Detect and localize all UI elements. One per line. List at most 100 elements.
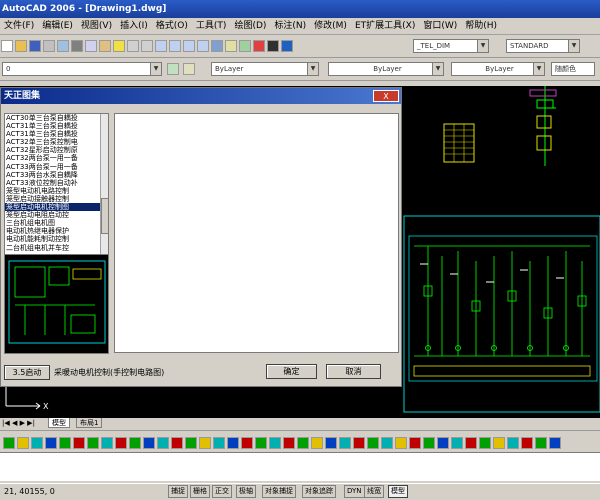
tool-icon[interactable] <box>143 437 155 449</box>
dyn-toggle[interactable]: DYN <box>344 485 365 498</box>
tool-icon[interactable] <box>423 437 435 449</box>
list-item[interactable]: ACT32星形启动控制原 <box>5 146 100 154</box>
menu-insert[interactable]: 插入(I) <box>116 18 152 34</box>
tool-icon[interactable] <box>465 437 477 449</box>
layer-select[interactable]: 0 ▼ <box>2 62 162 76</box>
list-item[interactable]: 笼型启动接触器控制 <box>5 195 100 203</box>
menu-express[interactable]: ET扩展工具(X) <box>351 18 419 34</box>
cut-icon[interactable] <box>71 40 83 52</box>
tool-icon[interactable] <box>3 437 15 449</box>
command-line[interactable] <box>0 452 600 481</box>
tool-icon[interactable] <box>507 437 519 449</box>
menu-format[interactable]: 格式(O) <box>152 18 192 34</box>
polar-toggle[interactable]: 极轴 <box>236 485 256 498</box>
tool-icon[interactable] <box>535 437 547 449</box>
list-item[interactable]: 二台机组电机并车控 <box>5 244 100 252</box>
new-icon[interactable] <box>1 40 13 52</box>
osnap-toggle[interactable]: 对象捕捉 <box>262 485 296 498</box>
tool-icon[interactable] <box>185 437 197 449</box>
otrack-toggle[interactable]: 对象追踪 <box>302 485 336 498</box>
match-icon[interactable] <box>113 40 125 52</box>
tool-icon[interactable] <box>493 437 505 449</box>
list-item[interactable]: ACT33液位控制自动补 <box>5 179 100 187</box>
tool-icon[interactable] <box>73 437 85 449</box>
tool-icon[interactable] <box>325 437 337 449</box>
menu-dimension[interactable]: 标注(N) <box>270 18 310 34</box>
redo-icon[interactable] <box>141 40 153 52</box>
lineweight-toggle[interactable]: 线宽 <box>364 485 384 498</box>
ortho-toggle[interactable]: 正交 <box>212 485 232 498</box>
copy-icon[interactable] <box>85 40 97 52</box>
layer-previous-icon[interactable] <box>183 63 195 75</box>
zoom-icon[interactable] <box>169 40 181 52</box>
tab-model[interactable]: 模型 <box>48 418 70 428</box>
tool-icon[interactable] <box>311 437 323 449</box>
model-toggle[interactable]: 模型 <box>388 485 408 498</box>
scrollbar-thumb[interactable] <box>101 198 108 234</box>
tool-icon[interactable] <box>409 437 421 449</box>
menu-view[interactable]: 视图(V) <box>77 18 116 34</box>
open-icon[interactable] <box>15 40 27 52</box>
rename-button[interactable]: 3.5启动 <box>4 365 50 380</box>
calculator-icon[interactable] <box>267 40 279 52</box>
list-item[interactable]: 电动机热继电器保护 <box>5 227 100 235</box>
tool-icon[interactable] <box>297 437 309 449</box>
list-item[interactable]: 笼型启动电机控制图 <box>5 203 100 212</box>
grid-toggle[interactable]: 栅格 <box>190 485 210 498</box>
tool-icon[interactable] <box>87 437 99 449</box>
tab-layout1[interactable]: 布局1 <box>76 418 103 428</box>
color-select[interactable]: ByLayer ▼ <box>211 62 319 76</box>
list-item[interactable]: ACT30单三台泵自耦投 <box>5 114 100 122</box>
tool-icon[interactable] <box>395 437 407 449</box>
dim-style-select[interactable]: STANDARD ▼ <box>506 39 580 53</box>
list-item[interactable]: ACT32两台泵一用一备 <box>5 154 100 162</box>
tool-icon[interactable] <box>199 437 211 449</box>
design-center-icon[interactable] <box>225 40 237 52</box>
snap-toggle[interactable]: 捕捉 <box>168 485 188 498</box>
print-icon[interactable] <box>43 40 55 52</box>
linetype-select[interactable]: ByLayer ▼ <box>328 62 444 76</box>
tool-icon[interactable] <box>437 437 449 449</box>
list-item[interactable]: ACT32单三台泵控制电 <box>5 138 100 146</box>
tool-icon[interactable] <box>283 437 295 449</box>
cancel-button[interactable]: 取消 <box>326 364 381 379</box>
list-scrollbar[interactable] <box>100 114 108 277</box>
tool-icon[interactable] <box>31 437 43 449</box>
menu-edit[interactable]: 编辑(E) <box>38 18 77 34</box>
tool-icon[interactable] <box>213 437 225 449</box>
paste-icon[interactable] <box>99 40 111 52</box>
lineweight-select[interactable]: ByLayer ▼ <box>451 62 545 76</box>
tool-icon[interactable] <box>521 437 533 449</box>
tool-icon[interactable] <box>101 437 113 449</box>
list-item[interactable]: 笼型启动电阻启动控 <box>5 211 100 219</box>
layer-icon[interactable] <box>167 63 179 75</box>
text-style-select[interactable]: _TEL_DIM ▼ <box>413 39 489 53</box>
save-icon[interactable] <box>29 40 41 52</box>
list-item[interactable]: ACT33两台水泵自耦降 <box>5 171 100 179</box>
tool-icon[interactable] <box>367 437 379 449</box>
plot-style-select[interactable]: 随颜色 <box>551 62 595 76</box>
close-button[interactable]: X <box>373 90 399 102</box>
tool-icon[interactable] <box>241 437 253 449</box>
zoom-prev-icon[interactable] <box>197 40 209 52</box>
properties-icon[interactable] <box>211 40 223 52</box>
zoom-window-icon[interactable] <box>183 40 195 52</box>
preview-icon[interactable] <box>57 40 69 52</box>
tool-icon[interactable] <box>479 437 491 449</box>
tool-icon[interactable] <box>255 437 267 449</box>
ok-button[interactable]: 确定 <box>266 364 317 379</box>
tool-palette-icon[interactable] <box>239 40 251 52</box>
menu-window[interactable]: 窗口(W) <box>419 18 461 34</box>
list-item[interactable]: 三台机组电机图 <box>5 219 100 227</box>
pan-icon[interactable] <box>155 40 167 52</box>
tool-icon[interactable] <box>157 437 169 449</box>
tool-icon[interactable] <box>549 437 561 449</box>
menu-file[interactable]: 文件(F) <box>0 18 38 34</box>
tool-icon[interactable] <box>227 437 239 449</box>
list-item[interactable]: 笼型电动机电路控制 <box>5 187 100 195</box>
tool-icon[interactable] <box>269 437 281 449</box>
tool-icon[interactable] <box>115 437 127 449</box>
tool-icon[interactable] <box>451 437 463 449</box>
menu-help[interactable]: 帮助(H) <box>461 18 501 34</box>
tool-icon[interactable] <box>17 437 29 449</box>
